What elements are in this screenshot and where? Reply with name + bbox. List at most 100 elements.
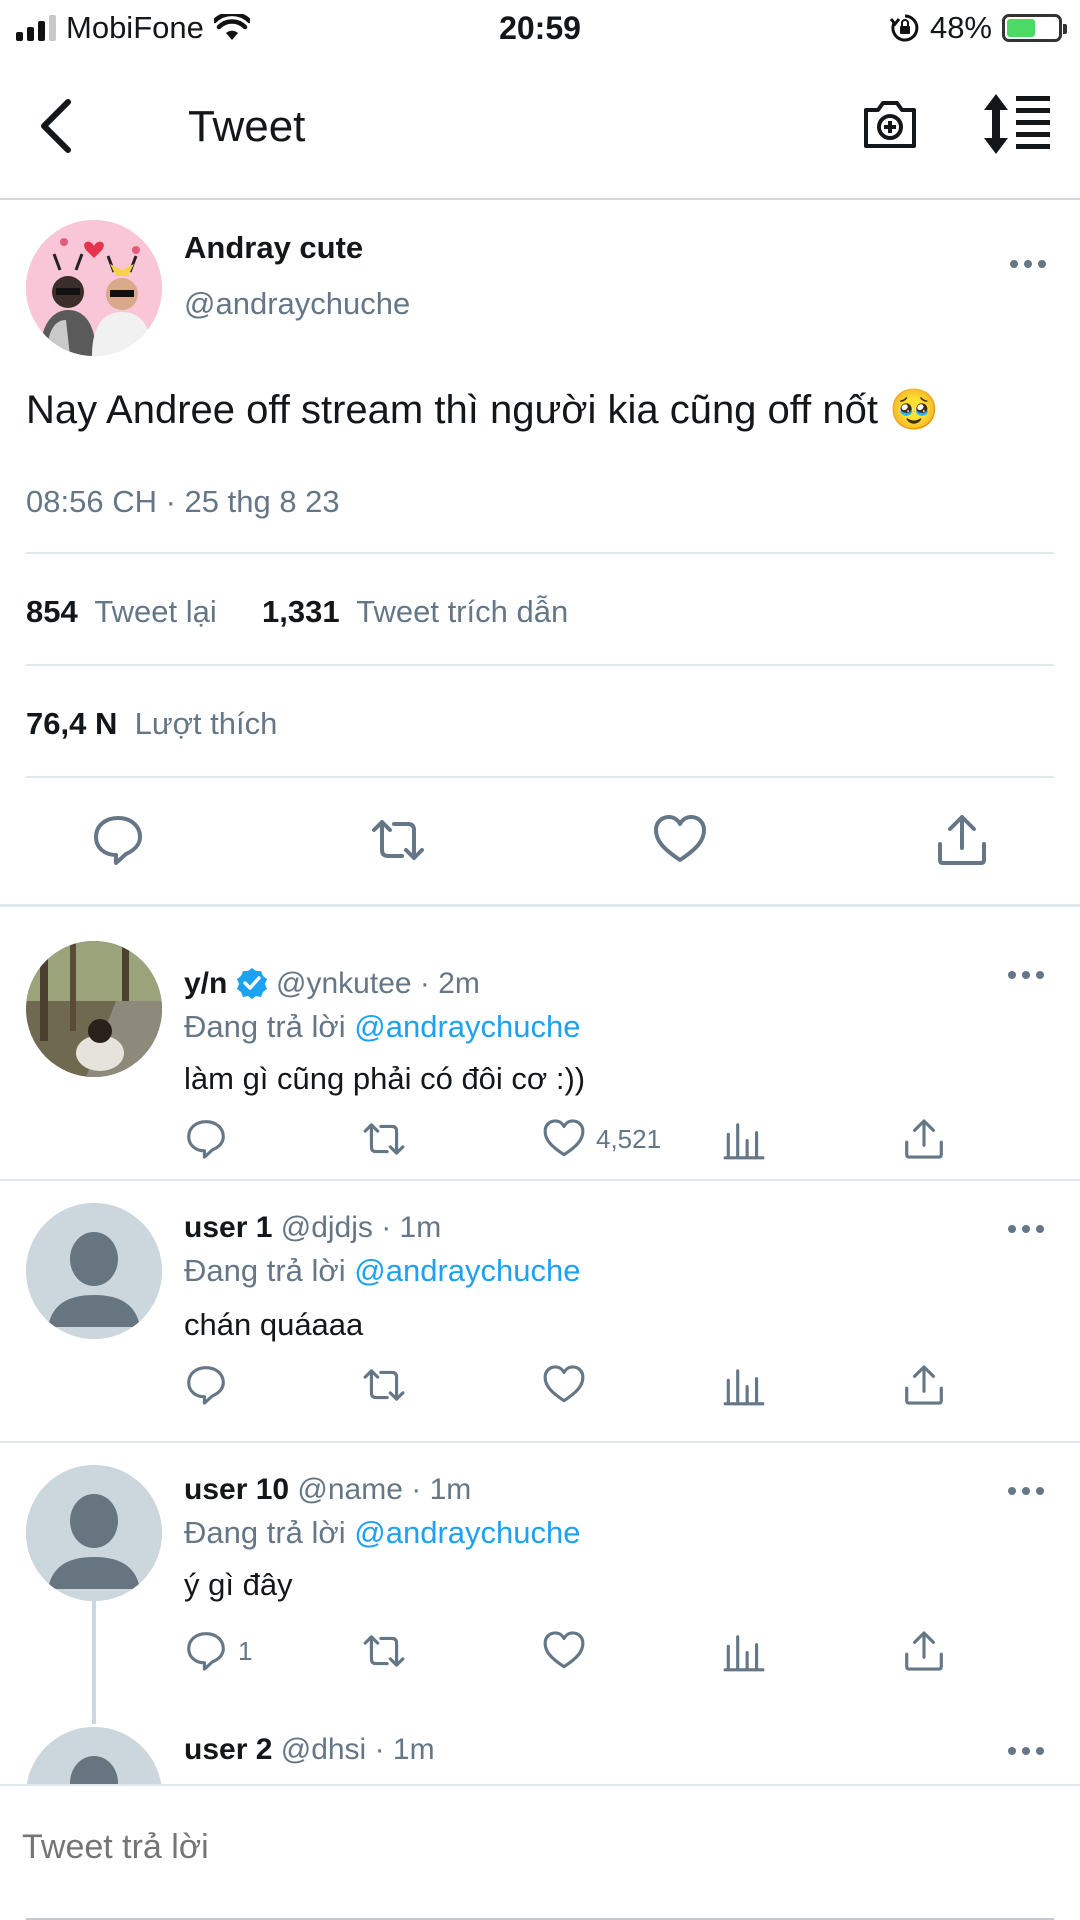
reply-button[interactable] bbox=[184, 1361, 228, 1409]
reply-action-bar bbox=[184, 1361, 1004, 1409]
back-arrow-icon[interactable] bbox=[34, 96, 82, 156]
divider bbox=[26, 664, 1054, 666]
retweet-icon[interactable] bbox=[370, 812, 426, 868]
reply-input[interactable] bbox=[22, 1828, 922, 1867]
share-icon bbox=[905, 1119, 943, 1159]
reply-time: · 1m bbox=[381, 1211, 442, 1244]
page-title: Tweet bbox=[188, 102, 306, 151]
like-button[interactable] bbox=[542, 1627, 586, 1675]
replying-to-line: Đang trả lời @andraychuche bbox=[184, 1009, 581, 1044]
reply-time: · 1m bbox=[411, 1473, 472, 1506]
replying-to-mention[interactable]: @andraychuche bbox=[354, 1515, 580, 1550]
status-bar-right: 48% bbox=[889, 10, 1067, 46]
reply-author-handle[interactable]: @djdjs bbox=[281, 1211, 373, 1244]
replying-to-mention[interactable]: @andraychuche bbox=[354, 1009, 580, 1044]
battery-icon bbox=[1002, 14, 1067, 42]
default-avatar[interactable] bbox=[26, 1727, 162, 1784]
camera-plus-icon[interactable] bbox=[860, 94, 920, 154]
reply-text: ý gì đây bbox=[184, 1567, 293, 1602]
more-options-icon[interactable] bbox=[1008, 254, 1048, 274]
reply-compose-bar bbox=[0, 1784, 1080, 1920]
author-avatar[interactable] bbox=[26, 220, 162, 356]
reply-author-line: user 1 @djdjs · 1m bbox=[184, 1211, 441, 1245]
reply-icon bbox=[187, 1120, 225, 1159]
like-heart-icon bbox=[543, 1119, 585, 1157]
verified-badge-icon bbox=[236, 968, 267, 999]
like-count: 4,521 bbox=[596, 1123, 662, 1154]
analytics-button[interactable] bbox=[722, 1361, 766, 1409]
reply-button[interactable]: 1 bbox=[184, 1627, 252, 1675]
default-avatar[interactable] bbox=[26, 1465, 162, 1601]
author-handle[interactable]: @andraychuche bbox=[184, 286, 410, 322]
analytics-bars-icon bbox=[723, 1635, 765, 1672]
reply-tweet[interactable]: user 1 @djdjs · 1m Đang trả lời @andrayc… bbox=[0, 1181, 1080, 1441]
reply-author-line: user 10 @name · 1m bbox=[184, 1473, 471, 1507]
share-button[interactable] bbox=[902, 1115, 946, 1163]
reply-author-handle[interactable]: @ynkutee bbox=[276, 967, 412, 1000]
retweet-button[interactable] bbox=[362, 1361, 406, 1409]
battery-percent: 48% bbox=[929, 10, 992, 45]
quote-tweet-stat[interactable]: 1,331 Tweet trích dẫn bbox=[262, 594, 568, 629]
reply-author-name[interactable]: y/n bbox=[184, 967, 227, 1000]
share-icon[interactable] bbox=[934, 812, 990, 868]
reply-author-name[interactable]: user 10 bbox=[184, 1473, 289, 1506]
tweet-text: Nay Andree off stream thì người kia cũng… bbox=[26, 388, 939, 432]
divider bbox=[26, 776, 1054, 778]
retweet-button[interactable] bbox=[362, 1627, 406, 1675]
retweet-stat[interactable]: 854 Tweet lại bbox=[26, 594, 217, 629]
reply-author-line: user 2 @dhsi · 1m bbox=[184, 1733, 435, 1767]
analytics-button[interactable] bbox=[722, 1627, 766, 1675]
reply-text: làm gì cũng phải có đôi cơ :)) bbox=[184, 1061, 586, 1096]
more-options-icon[interactable] bbox=[1006, 1481, 1046, 1501]
reply-author-handle[interactable]: @name bbox=[297, 1473, 403, 1506]
reply-icon bbox=[187, 1366, 225, 1405]
analytics-bars-icon bbox=[723, 1369, 765, 1406]
more-options-icon[interactable] bbox=[1006, 965, 1046, 985]
analytics-button[interactable] bbox=[722, 1115, 766, 1163]
retweet-quote-stats: 854 Tweet lại 1,331 Tweet trích dẫn bbox=[26, 594, 568, 630]
like-button[interactable] bbox=[542, 1361, 586, 1409]
replying-to-line: Đang trả lời @andraychuche bbox=[184, 1515, 581, 1550]
more-options-icon[interactable] bbox=[1006, 1741, 1046, 1761]
reply-button[interactable] bbox=[184, 1115, 238, 1163]
retweet-button[interactable] bbox=[362, 1115, 406, 1163]
tweet-timestamp: 08:56 CH · 25 thg 8 23 bbox=[26, 484, 340, 519]
share-button[interactable] bbox=[902, 1627, 946, 1675]
divider bbox=[26, 552, 1054, 554]
reply-avatar[interactable] bbox=[26, 941, 162, 1077]
reply-author-line: y/n @ynkutee · 2m bbox=[184, 967, 480, 1001]
like-heart-icon bbox=[543, 1365, 585, 1403]
more-options-icon[interactable] bbox=[1006, 1219, 1046, 1239]
reply-tweet[interactable]: y/n @ynkutee · 2m Đang trả lời @andraych… bbox=[0, 907, 1080, 1179]
reply-count: 1 bbox=[238, 1635, 253, 1666]
reply-author-name[interactable]: user 2 bbox=[184, 1733, 272, 1766]
reply-action-bar: 1 bbox=[184, 1627, 1004, 1675]
top-navigation-bar: Tweet bbox=[0, 56, 1080, 200]
replying-to-line: Đang trả lời @andraychuche bbox=[184, 1253, 581, 1288]
reply-author-name[interactable]: user 1 bbox=[184, 1211, 272, 1244]
like-heart-icon bbox=[543, 1631, 585, 1669]
reply-icon bbox=[187, 1632, 225, 1671]
reply-tweet[interactable]: user 2 @dhsi · 1m bbox=[0, 1713, 1080, 1784]
like-heart-icon[interactable] bbox=[652, 812, 708, 868]
analytics-bars-icon bbox=[723, 1123, 765, 1160]
author-name[interactable]: Andray cute bbox=[184, 230, 363, 266]
share-icon bbox=[905, 1631, 943, 1671]
share-button[interactable] bbox=[902, 1361, 946, 1409]
like-button[interactable]: 4,521 bbox=[542, 1115, 661, 1163]
rotation-lock-icon bbox=[889, 14, 919, 42]
default-avatar[interactable] bbox=[26, 1203, 162, 1339]
reply-text: chán quáaaa bbox=[184, 1307, 364, 1342]
reply-time: · 2m bbox=[419, 967, 480, 1000]
retweet-icon bbox=[363, 1123, 405, 1155]
sort-timeline-icon[interactable] bbox=[982, 92, 1052, 156]
reply-tweet[interactable]: user 10 @name · 1m Đang trả lời @andrayc… bbox=[0, 1443, 1080, 1713]
like-stats[interactable]: 76,4 N Lượt thích bbox=[26, 706, 277, 742]
reply-icon[interactable] bbox=[90, 812, 146, 868]
retweet-icon bbox=[363, 1635, 405, 1667]
replying-to-mention[interactable]: @andraychuche bbox=[354, 1253, 580, 1288]
retweet-icon bbox=[363, 1369, 405, 1401]
reply-action-bar: 4,521 bbox=[184, 1115, 1004, 1163]
reply-author-handle[interactable]: @dhsi bbox=[281, 1733, 367, 1766]
reply-time: · 1m bbox=[374, 1733, 435, 1766]
